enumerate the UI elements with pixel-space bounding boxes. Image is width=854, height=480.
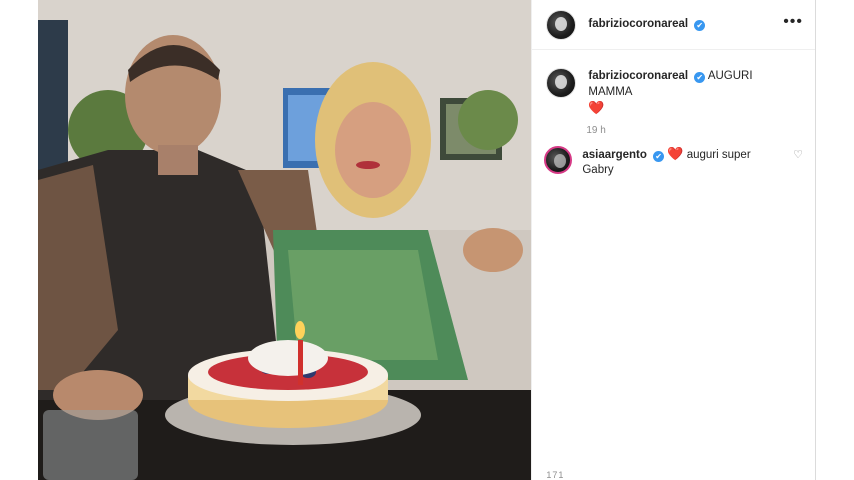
post-header: fabriziocoronareal ✔ ••• <box>532 0 815 50</box>
caption-body: fabriziocoronareal ✔ AUGURI MAMMA ❤️ <box>588 68 788 117</box>
heart-emoji: ❤️ <box>667 146 684 161</box>
caption-author-avatar[interactable] <box>546 68 577 98</box>
post-timestamp[interactable]: 19 h <box>586 125 815 136</box>
comment-body: asiaargento ✔ ❤️ auguri super Gabry <box>582 146 780 178</box>
author-username[interactable]: fabriziocoronareal ✔ <box>588 18 706 31</box>
verified-badge-icon: ✔ <box>694 72 706 83</box>
author-avatar[interactable] <box>546 9 577 40</box>
caption-username[interactable]: fabriziocoronareal <box>588 70 688 82</box>
heart-emoji: ❤️ <box>588 100 605 115</box>
verified-badge-icon: ✔ <box>694 20 706 31</box>
post-caption: fabriziocoronareal ✔ AUGURI MAMMA ❤️ <box>532 50 815 117</box>
post-sidebar: fabriziocoronareal ✔ ••• fabriziocoronar… <box>531 0 816 480</box>
comment-username[interactable]: asiaargento <box>582 149 647 161</box>
more-options-icon[interactable]: ••• <box>783 13 803 33</box>
instagram-post: fabriziocoronareal ✔ ••• fabriziocoronar… <box>38 0 816 480</box>
comment-item: asiaargento ✔ ❤️ auguri super Gabry ♡ <box>532 136 815 178</box>
heart-outline-icon[interactable]: ♡ <box>793 148 803 161</box>
birthday-photo-image <box>38 0 532 480</box>
commenter-avatar[interactable] <box>544 146 573 174</box>
verified-badge-icon: ✔ <box>653 151 665 162</box>
author-username-text[interactable]: fabriziocoronareal <box>588 18 688 30</box>
post-photo[interactable] <box>38 0 532 480</box>
footer-partial-text: 171 <box>546 470 565 480</box>
